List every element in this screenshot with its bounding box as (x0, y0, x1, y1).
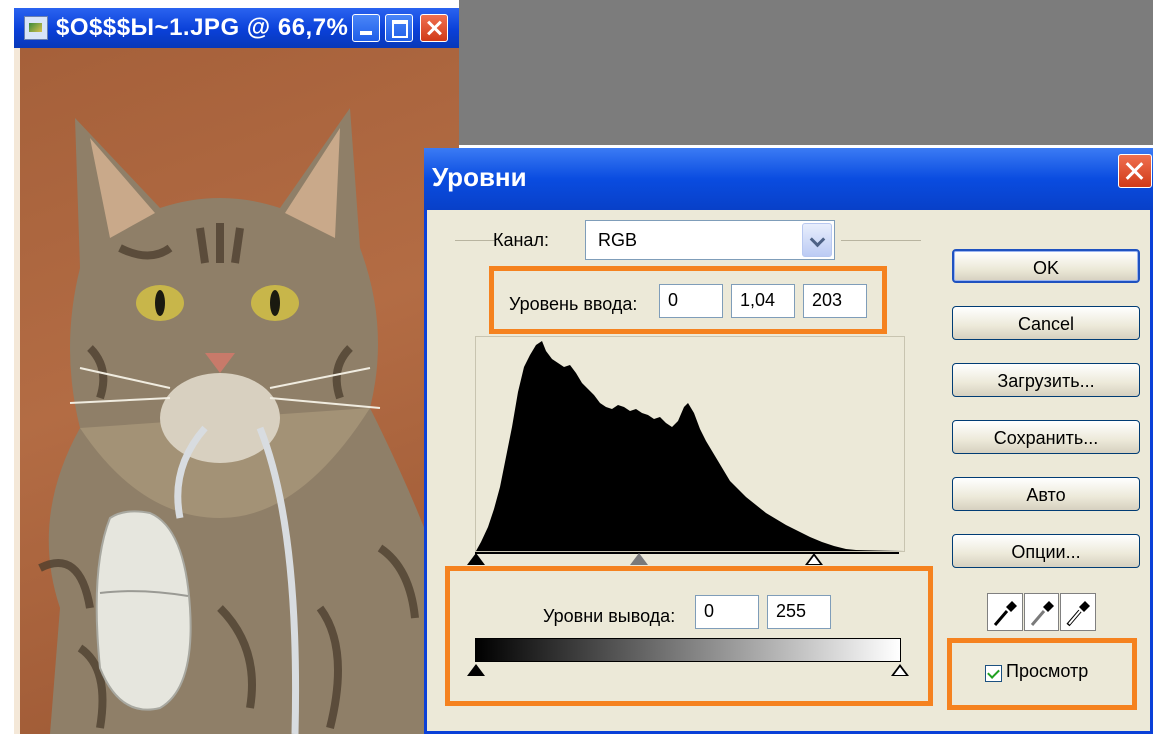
input-white-slider-handle[interactable] (805, 553, 823, 565)
histogram (475, 336, 905, 552)
maximize-button[interactable] (385, 14, 413, 42)
cat-photo (38, 108, 460, 734)
group-frame-top-right (841, 240, 921, 241)
gray-eyedropper-icon (1030, 601, 1054, 626)
input-levels-highlight (489, 266, 887, 334)
levels-dialog: Уровни Канал: RGB Уровень ввода: 0 1,04 … (424, 148, 1153, 734)
black-eyedropper-icon (993, 601, 1017, 626)
image-file-icon (24, 16, 48, 40)
channel-select[interactable]: RGB (585, 220, 835, 260)
workspace-background (459, 0, 1153, 145)
white-eyedropper-button[interactable] (1060, 593, 1097, 631)
minimize-button[interactable] (352, 14, 380, 42)
dialog-title: Уровни (432, 162, 527, 192)
group-frame-top-left (455, 240, 495, 241)
gray-eyedropper-button[interactable] (1023, 593, 1060, 631)
save-button[interactable]: Сохранить... (952, 420, 1140, 454)
channel-label: Канал: (493, 230, 549, 250)
document-title: $O$$$Ы~1.JPG @ 66,7% ... (56, 14, 378, 41)
document-titlebar[interactable]: $O$$$Ы~1.JPG @ 66,7% ... (14, 8, 459, 48)
image-canvas[interactable] (14, 48, 460, 734)
close-button[interactable] (420, 14, 448, 42)
ok-button[interactable]: OK (952, 249, 1140, 283)
input-black-slider-handle[interactable] (467, 553, 485, 565)
histogram-graph (476, 341, 904, 551)
output-levels-highlight (445, 566, 933, 706)
document-window: $O$$$Ы~1.JPG @ 66,7% ... (14, 8, 460, 734)
channel-value: RGB (598, 230, 638, 250)
preview-highlight (947, 638, 1137, 710)
input-slider-track[interactable] (475, 552, 899, 554)
dialog-titlebar[interactable]: Уровни (424, 148, 1153, 210)
chevron-down-icon[interactable] (802, 223, 832, 257)
white-eyedropper-icon (1066, 601, 1091, 627)
load-button[interactable]: Загрузить... (952, 363, 1140, 397)
eyedropper-group (987, 593, 1097, 633)
options-button[interactable]: Опции... (952, 534, 1140, 568)
input-gamma-slider-handle[interactable] (630, 553, 648, 565)
cancel-button[interactable]: Cancel (952, 306, 1140, 340)
auto-button[interactable]: Авто (952, 477, 1140, 511)
dialog-close-button[interactable] (1118, 154, 1152, 188)
black-eyedropper-button[interactable] (987, 593, 1023, 631)
